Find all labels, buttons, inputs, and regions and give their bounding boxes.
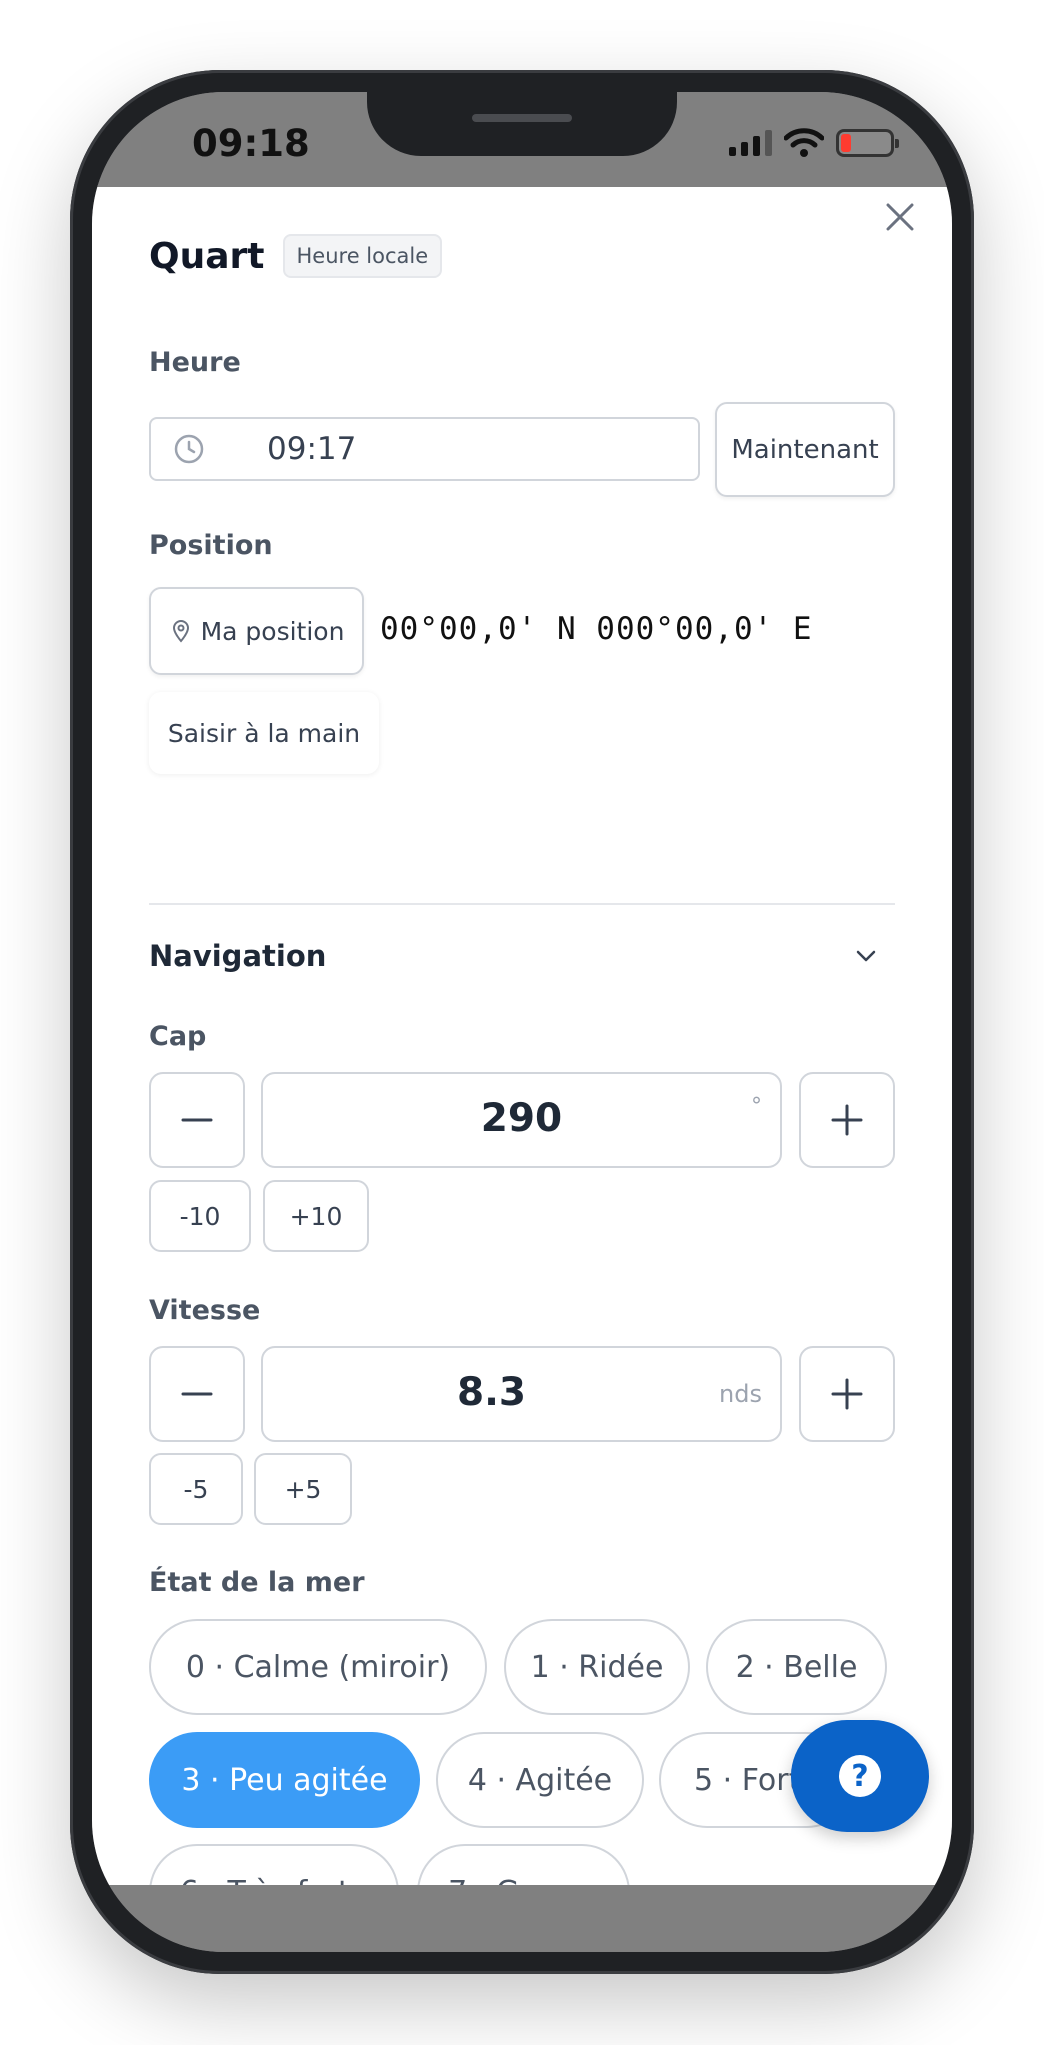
vitesse-field[interactable]: 8.3 nds <box>261 1346 782 1442</box>
coordinates-readout: 00°00,0' N 000°00,0' E <box>380 611 813 647</box>
map-pin-icon <box>172 620 189 643</box>
vitesse-plus-5-button[interactable]: +5 <box>254 1453 352 1525</box>
sea-state-option-selected[interactable]: 3 · Peu agitée <box>149 1732 420 1828</box>
status-icons <box>729 128 899 158</box>
plus-icon <box>831 1378 863 1410</box>
now-button[interactable]: Maintenant <box>715 402 895 497</box>
sea-state-option[interactable]: 4 · Agitée <box>436 1732 644 1828</box>
wifi-icon <box>784 128 824 157</box>
vitesse-unit: nds <box>719 1380 762 1408</box>
phone-screen: 09:18 Quart Heure locale Heure 09:17 Mai… <box>92 92 952 1952</box>
minus-icon <box>181 1118 213 1122</box>
battery-icon <box>836 129 899 157</box>
my-position-label: Ma position <box>200 616 345 646</box>
plus-icon <box>831 1104 863 1136</box>
close-icon[interactable] <box>882 199 918 235</box>
status-time: 09:18 <box>192 122 310 165</box>
cellular-signal-icon <box>729 130 772 156</box>
time-input[interactable]: 09:17 <box>149 417 700 481</box>
cap-unit: ° <box>751 1094 762 1119</box>
page-title: Quart <box>149 235 265 277</box>
vitesse-increment-button[interactable] <box>799 1346 895 1442</box>
sea-state-option[interactable]: 0 · Calme (miroir) <box>149 1619 487 1715</box>
home-indicator-area <box>92 1885 952 1952</box>
sea-state-option[interactable]: 1 · Ridée <box>504 1619 690 1715</box>
quart-sheet: Quart Heure locale Heure 09:17 Maintenan… <box>92 187 952 1885</box>
heure-label: Heure <box>149 347 241 378</box>
sea-state-option[interactable]: 6 · Très forte <box>149 1844 399 1885</box>
sea-state-label: État de la mer <box>149 1567 365 1598</box>
manual-entry-button[interactable]: Saisir à la main <box>149 692 379 774</box>
time-value: 09:17 <box>267 431 357 467</box>
cap-increment-button[interactable] <box>799 1072 895 1168</box>
help-icon: ? <box>839 1755 881 1797</box>
position-label: Position <box>149 530 273 561</box>
vitesse-minus-5-button[interactable]: -5 <box>149 1453 243 1525</box>
section-divider <box>149 903 895 905</box>
vitesse-value: 8.3 <box>456 1370 527 1415</box>
chevron-down-icon <box>856 950 876 962</box>
navigation-title: Navigation <box>149 939 327 973</box>
sea-state-option[interactable]: 7 · Grosse <box>417 1844 630 1885</box>
navigation-section-toggle[interactable]: Navigation <box>149 931 895 981</box>
timezone-badge: Heure locale <box>282 234 443 278</box>
clock-icon <box>174 434 204 464</box>
notch <box>367 92 677 156</box>
help-button[interactable]: ? <box>791 1720 929 1832</box>
sheet-header: Quart Heure locale <box>149 234 443 278</box>
cap-decrement-button[interactable] <box>149 1072 245 1168</box>
my-position-button[interactable]: Ma position <box>149 587 364 675</box>
sea-state-option[interactable]: 2 · Belle <box>706 1619 887 1715</box>
cap-value: 290 <box>480 1096 563 1141</box>
cap-plus-10-button[interactable]: +10 <box>263 1180 369 1252</box>
cap-label: Cap <box>149 1021 207 1052</box>
cap-minus-10-button[interactable]: -10 <box>149 1180 251 1252</box>
status-bar: 09:18 <box>92 92 952 187</box>
vitesse-label: Vitesse <box>149 1295 261 1326</box>
cap-field[interactable]: 290 ° <box>261 1072 782 1168</box>
